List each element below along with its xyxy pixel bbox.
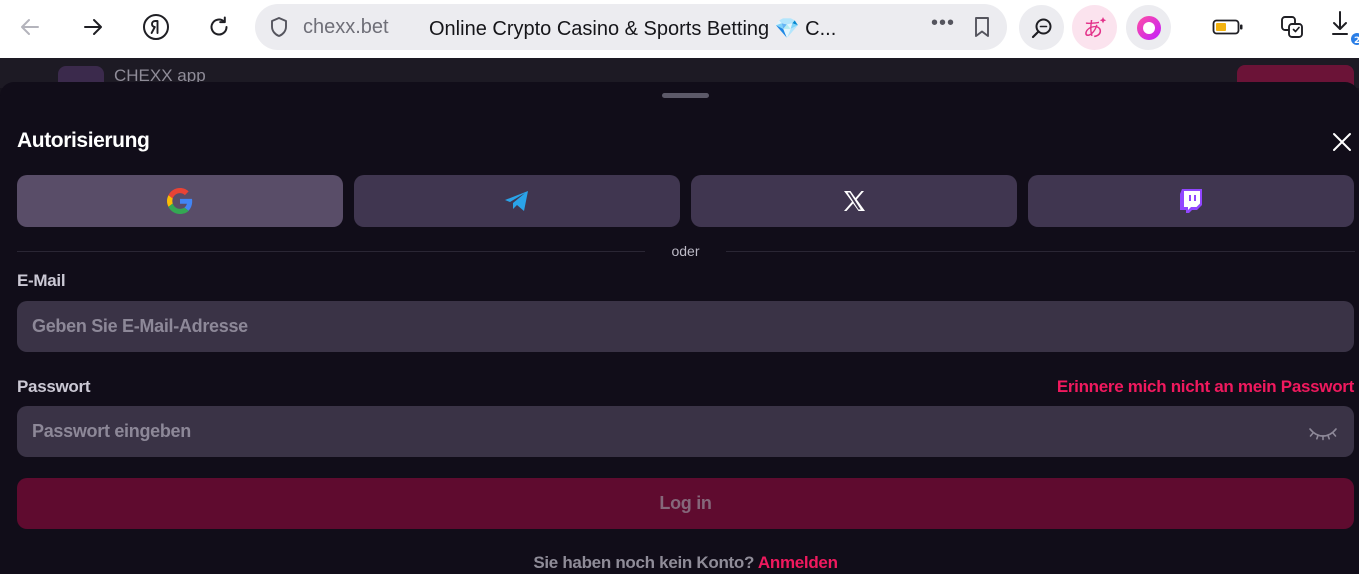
translate-icon: あ	[1083, 16, 1106, 41]
google-icon	[167, 188, 193, 214]
close-button[interactable]	[1327, 127, 1357, 157]
collections-button[interactable]	[1272, 7, 1312, 47]
search-icon	[1031, 18, 1051, 38]
auth-title: Autorisierung	[17, 129, 150, 152]
password-input[interactable]	[17, 406, 1354, 457]
x-login-button[interactable]	[691, 175, 1017, 227]
forgot-password-link[interactable]: Erinnere mich nicht an mein Passwort	[1057, 377, 1354, 397]
email-input[interactable]	[17, 301, 1354, 352]
reload-button[interactable]	[199, 7, 239, 47]
divider-line-right	[726, 251, 1355, 252]
battery-icon	[1212, 19, 1243, 35]
toggle-password-visibility-button[interactable]	[1308, 423, 1338, 445]
collections-icon	[1281, 16, 1303, 38]
download-icon: 2	[1332, 11, 1359, 46]
download-count-badge: 2	[1354, 36, 1359, 46]
login-button[interactable]: Log in	[17, 478, 1354, 529]
telegram-login-button[interactable]	[354, 175, 680, 227]
browser-toolbar: chexx.bet Online Crypto Casino & Sports …	[0, 0, 1359, 58]
alice-icon	[1136, 15, 1161, 40]
auth-sheet: Autorisierung oder E-Mail Passwort Erinn…	[0, 82, 1359, 574]
shield-icon	[271, 17, 287, 37]
password-label: Passwort	[17, 377, 91, 396]
twitch-icon	[1180, 189, 1202, 213]
yandex-button[interactable]	[136, 7, 176, 47]
close-icon	[1333, 133, 1351, 151]
downloads-button[interactable]: 2	[1330, 7, 1359, 47]
arrow-left-icon	[21, 19, 39, 35]
divider-text: oder	[671, 243, 700, 259]
bookmark-icon[interactable]	[971, 15, 993, 39]
tab-title: Online Crypto Casino & Sports Betting 💎 …	[429, 18, 837, 40]
battery-saver-button[interactable]	[1208, 7, 1248, 47]
alice-button[interactable]	[1126, 5, 1171, 50]
sheet-drag-handle[interactable]	[662, 93, 709, 98]
telegram-icon	[505, 191, 528, 211]
google-login-button[interactable]	[17, 175, 343, 227]
translate-button[interactable]: あ	[1072, 5, 1117, 50]
reload-icon	[210, 16, 228, 36]
signup-link[interactable]: Anmelden	[758, 553, 838, 572]
email-label: E-Mail	[17, 271, 66, 290]
back-button[interactable]	[10, 7, 50, 47]
no-account-text: Sie haben noch kein Konto?	[533, 553, 755, 572]
forward-button[interactable]	[73, 7, 113, 47]
x-icon	[844, 191, 865, 211]
yandex-icon	[143, 14, 169, 40]
signup-row: Sie haben noch kein Konto? Anmelden	[0, 553, 1359, 573]
twitch-login-button[interactable]	[1028, 175, 1354, 227]
svg-text:あ: あ	[1083, 17, 1103, 41]
address-domain: chexx.bet	[303, 16, 389, 38]
divider-line-left	[17, 251, 645, 252]
more-options-button[interactable]: •••	[931, 12, 955, 35]
search-page-button[interactable]	[1019, 5, 1064, 50]
arrow-right-icon	[84, 19, 102, 35]
eye-closed-icon	[1309, 428, 1337, 441]
address-bar[interactable]: chexx.bet Online Crypto Casino & Sports …	[255, 4, 1007, 50]
